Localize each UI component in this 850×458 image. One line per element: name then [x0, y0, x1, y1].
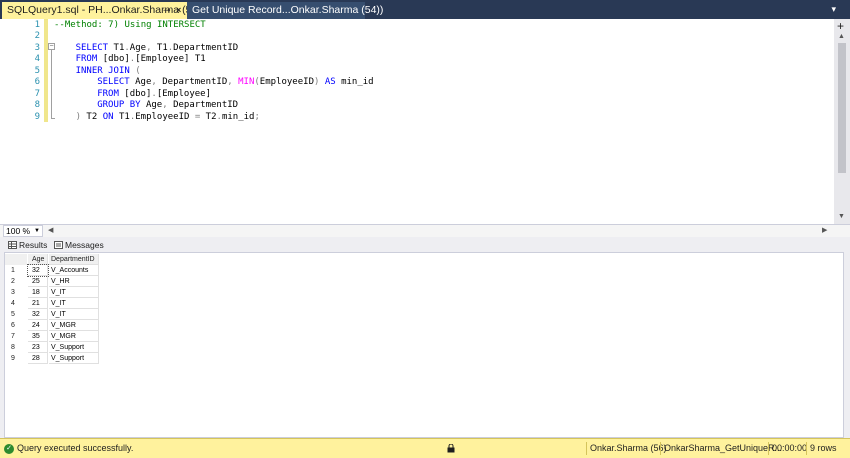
document-tab-strip: SQLQuery1.sql - PH...Onkar.Sharma (56))*…: [0, 0, 850, 19]
scroll-up-icon[interactable]: ▲: [838, 33, 845, 40]
cell-departmentid[interactable]: V_IT: [49, 298, 99, 309]
editor-vertical-scrollbar[interactable]: + ▲ ▼: [834, 19, 850, 224]
split-window-icon[interactable]: +: [837, 20, 844, 32]
status-elapsed-time: 00:00:00: [772, 443, 808, 453]
line-number: 9: [34, 111, 40, 122]
tab-sqlquery1[interactable]: SQLQuery1.sql - PH...Onkar.Sharma (56))*…: [2, 2, 208, 19]
cell-departmentid[interactable]: V_IT: [49, 287, 99, 298]
code-line[interactable]: --Method: 7) Using INTERSECT: [54, 20, 206, 32]
editor-zoom-bar: 100 % ▼ ◀ ▶: [0, 224, 850, 237]
cell-age[interactable]: 21: [28, 298, 48, 309]
chevron-down-icon[interactable]: ▼: [34, 226, 40, 236]
status-row-count: 9 rows: [810, 443, 837, 453]
collapse-outline-icon[interactable]: −: [48, 43, 55, 50]
cell-age[interactable]: 25: [28, 276, 48, 287]
messages-icon: [54, 241, 63, 249]
close-icon[interactable]: ×: [176, 2, 181, 19]
cell-departmentid[interactable]: V_IT: [49, 309, 99, 320]
code-line[interactable]: INNER JOIN (: [76, 66, 141, 78]
cell-age[interactable]: 23: [28, 342, 48, 353]
cell-age[interactable]: 18: [28, 287, 48, 298]
change-tracking-bar: [44, 19, 48, 122]
cell-departmentid[interactable]: V_MGR: [49, 331, 99, 342]
column-header-age[interactable]: Age: [28, 254, 48, 265]
cell-departmentid[interactable]: V_Support: [49, 353, 99, 364]
query-editor[interactable]: 123456789 − --Method: 7) Using INTERSECT…: [0, 19, 850, 224]
tab-get-unique-record[interactable]: Get Unique Record...Onkar.Sharma (54)): [187, 2, 383, 19]
row-number[interactable]: 3: [5, 287, 27, 298]
cell-departmentid[interactable]: V_Support: [49, 342, 99, 353]
line-number: 1: [34, 19, 40, 30]
status-message: Query executed successfully.: [17, 443, 134, 453]
success-check-icon: ✓: [4, 444, 14, 454]
lock-icon: [447, 444, 455, 453]
results-tab-label: Results: [19, 240, 48, 250]
cell-age[interactable]: 28: [28, 353, 48, 364]
chevron-down-icon[interactable]: ▾: [831, 1, 836, 18]
scrollbar-thumb[interactable]: [838, 43, 846, 173]
row-number[interactable]: 9: [5, 353, 27, 364]
ssms-window: SQLQuery1.sql - PH...Onkar.Sharma (56))*…: [0, 0, 850, 458]
cell-age[interactable]: 32: [27, 264, 49, 277]
results-grid[interactable]: Age DepartmentID 1 32 V_Accounts 2 25 V_HR 3 18…: [4, 252, 844, 438]
tab-messages[interactable]: Messages: [54, 238, 104, 252]
cell-age[interactable]: 32: [28, 309, 48, 320]
line-number: 6: [34, 77, 40, 87]
status-user: Onkar.Sharma (56): [590, 443, 667, 453]
line-number: 2: [34, 31, 40, 41]
line-number-gutter: 123456789: [0, 19, 44, 224]
grid-icon: [8, 241, 17, 249]
results-tab-bar: Results Messages: [0, 238, 850, 252]
outline-guide-end: [51, 118, 55, 119]
pin-icon[interactable]: ⊸: [163, 2, 171, 19]
status-separator: [586, 442, 587, 455]
outline-guide: [51, 50, 52, 119]
messages-tab-label: Messages: [65, 240, 104, 250]
row-number[interactable]: 8: [5, 342, 27, 353]
status-database: OnkarSharma_GetUniqueR...: [664, 443, 783, 453]
row-number[interactable]: 2: [5, 276, 27, 287]
cell-departmentid[interactable]: V_MGR: [49, 320, 99, 331]
row-number[interactable]: 4: [5, 298, 27, 309]
line-number: 5: [34, 65, 40, 76]
zoom-select[interactable]: 100 % ▼: [3, 225, 43, 237]
line-number: 8: [34, 100, 40, 110]
scroll-right-icon[interactable]: ▶: [822, 226, 827, 234]
grid-corner: [5, 254, 27, 265]
cell-age[interactable]: 35: [28, 331, 48, 342]
scroll-left-icon[interactable]: ◀: [48, 226, 53, 234]
status-separator: [806, 442, 807, 455]
tab-label: Get Unique Record...Onkar.Sharma (54)): [192, 4, 384, 16]
code-line[interactable]: GROUP BY Age, DepartmentID: [97, 100, 238, 112]
line-number: 4: [34, 54, 40, 64]
code-line[interactable]: FROM [dbo].[Employee] T1: [76, 54, 206, 66]
zoom-value: 100 %: [6, 226, 31, 236]
column-header-departmentid[interactable]: DepartmentID: [49, 254, 99, 265]
row-number[interactable]: 7: [5, 331, 27, 342]
code-line[interactable]: SELECT T1.Age, T1.DepartmentID: [76, 43, 239, 55]
code-line[interactable]: FROM [dbo].[Employee]: [97, 89, 211, 101]
status-bar: ✓ Query executed successfully. Onkar.Sha…: [0, 438, 850, 458]
cell-departmentid[interactable]: V_Accounts: [49, 265, 99, 276]
code-line[interactable]: SELECT Age, DepartmentID, MIN(EmployeeID…: [97, 77, 373, 89]
status-separator: [660, 442, 661, 455]
cell-departmentid[interactable]: V_HR: [49, 276, 99, 287]
row-number[interactable]: 1: [5, 265, 27, 276]
row-number[interactable]: 5: [5, 309, 27, 320]
scroll-down-icon[interactable]: ▼: [838, 213, 845, 220]
tab-results[interactable]: Results: [8, 238, 47, 252]
line-number: 3: [34, 42, 40, 53]
status-separator: [768, 442, 769, 455]
row-number[interactable]: 6: [5, 320, 27, 331]
line-number: 7: [34, 88, 40, 99]
cell-age[interactable]: 24: [28, 320, 48, 331]
code-line[interactable]: ) T2 ON T1.EmployeeID = T2.min_id;: [76, 112, 260, 124]
